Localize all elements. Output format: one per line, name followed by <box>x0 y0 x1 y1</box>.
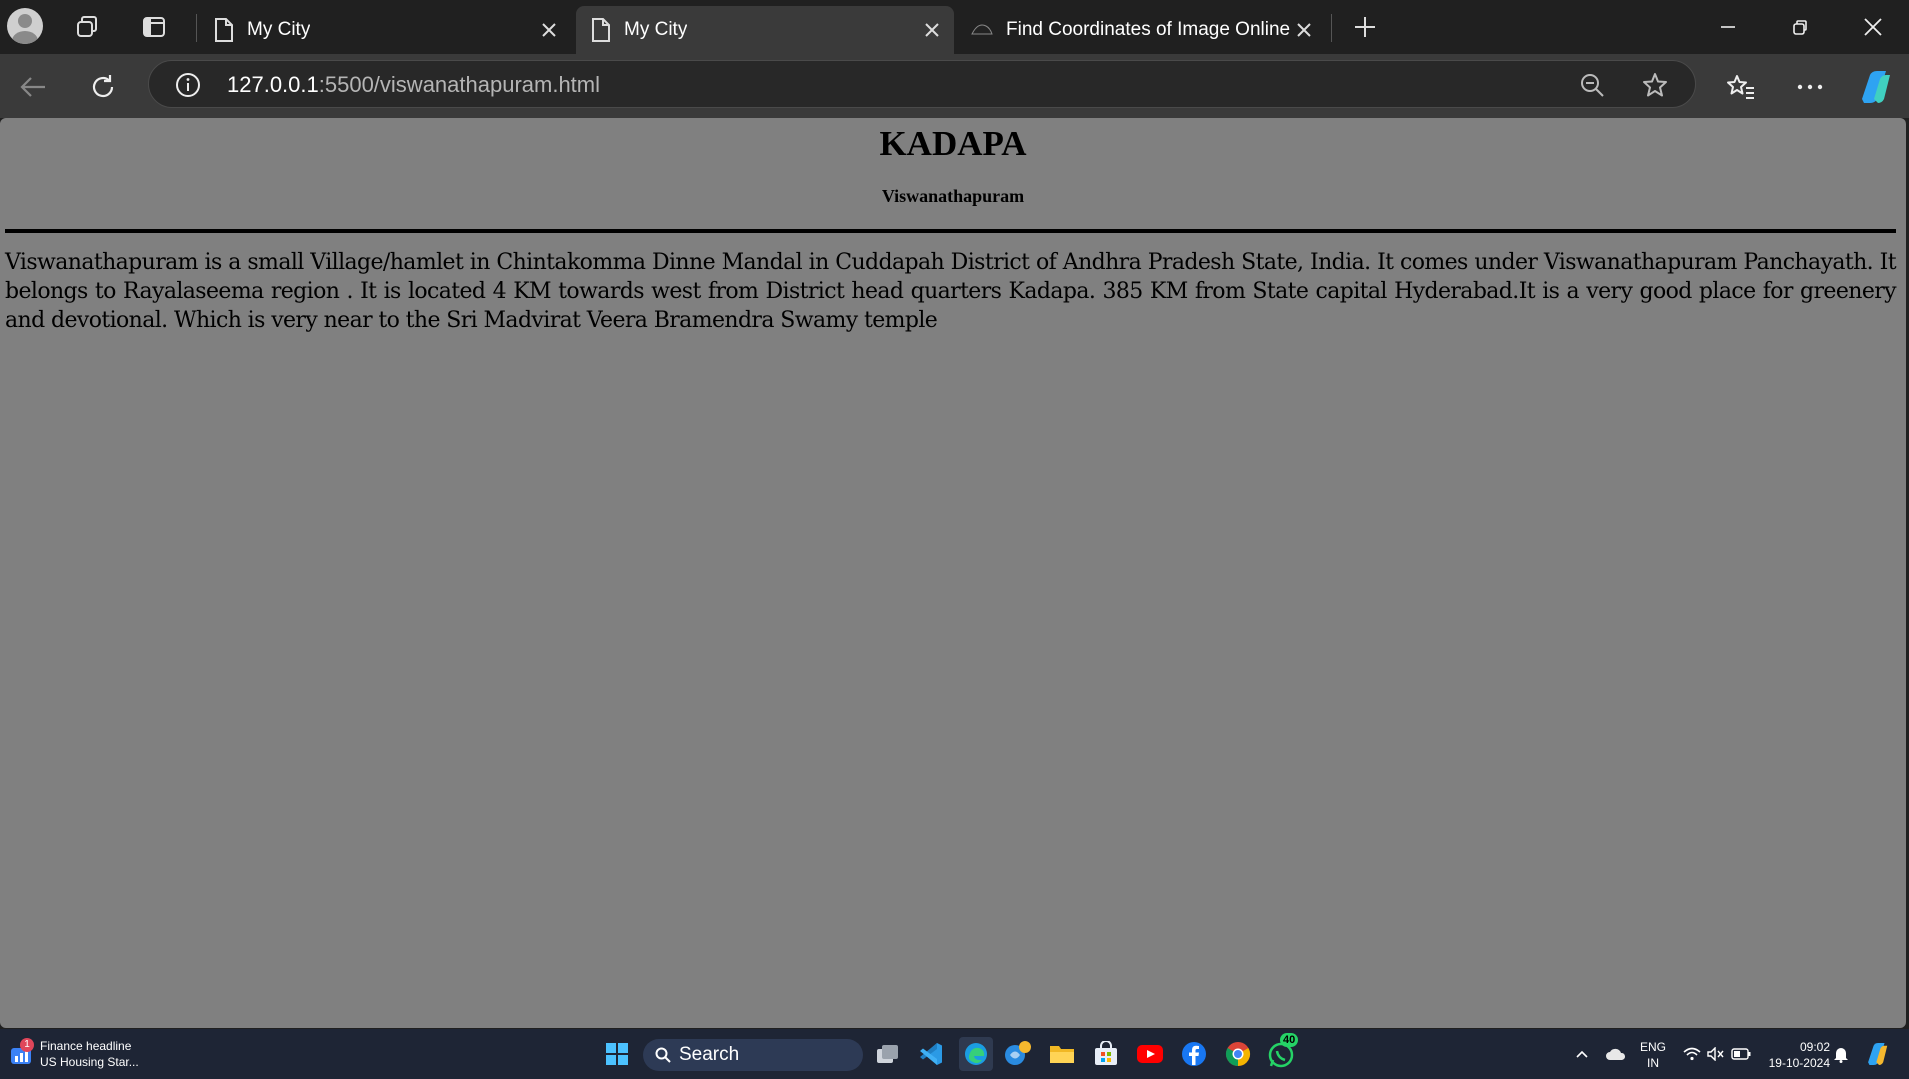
news-badge: 1 <box>20 1038 34 1052</box>
info-icon[interactable] <box>175 72 201 98</box>
workspaces-icon[interactable] <box>70 10 104 44</box>
page-icon <box>215 18 233 42</box>
tab-my-city-2[interactable]: My City <box>576 6 954 54</box>
chrome-icon <box>1225 1042 1251 1066</box>
widgets-icon <box>1005 1041 1031 1065</box>
tab-strip: My City My City Find Coordinates of Imag… <box>0 0 1909 54</box>
edge-icon <box>965 1043 987 1065</box>
restore-icon <box>1793 20 1807 35</box>
news-subtitle: US Housing Star... <box>40 1055 139 1069</box>
horizontal-rule <box>5 229 1896 233</box>
copilot-icon <box>1862 71 1890 103</box>
url-path: :5500/viswanathapuram.html <box>318 72 601 97</box>
onedrive-icon[interactable] <box>1601 1039 1631 1069</box>
refresh-button[interactable] <box>84 68 122 106</box>
close-icon <box>1864 18 1882 36</box>
store-app[interactable] <box>1091 1039 1121 1069</box>
windows-start-icon <box>606 1043 628 1065</box>
edge-app[interactable] <box>959 1037 993 1071</box>
clock[interactable]: 09:02 19-10-2024 <box>1762 1039 1830 1071</box>
tab-actions-icon[interactable] <box>137 10 171 44</box>
profile-icon[interactable] <box>7 8 43 44</box>
plus-icon <box>1355 17 1375 37</box>
finance-icon: 1 <box>10 1038 34 1066</box>
minimize-button[interactable] <box>1692 0 1764 54</box>
wifi-icon <box>1683 1047 1701 1061</box>
vscode-app[interactable] <box>916 1039 946 1069</box>
tab-find-coordinates[interactable]: Find Coordinates of Image Online <box>956 6 1326 54</box>
notifications-button[interactable] <box>1828 1039 1854 1069</box>
page-icon <box>592 18 610 42</box>
settings-more-button[interactable] <box>1791 68 1829 106</box>
task-view-button[interactable] <box>873 1039 903 1069</box>
language-region: IN <box>1647 1056 1659 1070</box>
copilot-button[interactable] <box>1856 68 1894 106</box>
facebook-icon <box>1182 1042 1206 1066</box>
copilot-icon <box>1868 1043 1888 1065</box>
search-icon <box>655 1047 671 1063</box>
chevron-up-icon <box>1576 1050 1588 1058</box>
page-viewport: KADAPA Viswanathapuram Viswanathapuram i… <box>0 118 1906 1028</box>
battery-icon <box>1731 1048 1751 1060</box>
widgets-app[interactable] <box>1003 1039 1033 1069</box>
refresh-icon <box>92 75 114 98</box>
show-hidden-icons[interactable] <box>1568 1039 1596 1069</box>
mute-icon <box>1707 1047 1724 1061</box>
zoom-out-icon[interactable] <box>1579 72 1605 98</box>
whatsapp-badge: 40 <box>1280 1033 1299 1047</box>
clock-time: 09:02 <box>1799 1040 1830 1054</box>
store-icon <box>1095 1041 1117 1065</box>
page-subheading: Viswanathapuram <box>881 186 1025 206</box>
minimize-icon <box>1721 26 1735 28</box>
new-tab-button[interactable] <box>1348 10 1382 44</box>
bell-icon <box>1834 1048 1848 1063</box>
tab-title: My City <box>624 19 688 40</box>
clock-date: 19-10-2024 <box>1768 1056 1830 1070</box>
news-widget[interactable]: 1 Finance headline US Housing Star... <box>10 1038 139 1070</box>
facebook-app[interactable] <box>1179 1039 1209 1069</box>
copilot-taskbar-button[interactable] <box>1862 1039 1892 1069</box>
more-icon <box>1797 84 1823 90</box>
file-explorer-icon <box>1050 1046 1074 1063</box>
url-host: 127.0.0.1 <box>227 72 319 97</box>
restore-button[interactable] <box>1764 0 1836 54</box>
chrome-app[interactable] <box>1223 1039 1253 1069</box>
vscode-icon <box>920 1043 942 1065</box>
cloud-icon <box>1606 1048 1626 1060</box>
site-favicon-icon <box>971 24 993 35</box>
browser-toolbar: 127.0.0.1:5500/viswanathapuram.html <box>0 54 1909 118</box>
search-label: Search <box>679 1044 740 1065</box>
task-view-icon <box>877 1045 898 1063</box>
language-indicator[interactable]: ENG IN <box>1638 1039 1668 1071</box>
close-icon[interactable] <box>922 20 942 40</box>
star-icon[interactable] <box>1641 71 1669 99</box>
tab-title: Find Coordinates of Image Online <box>1006 19 1291 40</box>
favorites-icon <box>1727 75 1754 99</box>
tab-title: My City <box>247 19 311 40</box>
close-window-button[interactable] <box>1837 0 1909 54</box>
taskbar-search[interactable]: Search <box>643 1039 863 1071</box>
file-explorer-app[interactable] <box>1047 1039 1077 1069</box>
address-bar[interactable]: 127.0.0.1:5500/viswanathapuram.html <box>148 60 1696 108</box>
windows-taskbar: 1 Finance headline US Housing Star... Se… <box>0 1029 1909 1079</box>
tab-my-city-1[interactable]: My City <box>199 6 571 54</box>
close-icon[interactable] <box>539 20 559 40</box>
favorites-button[interactable] <box>1722 68 1760 106</box>
news-title: Finance headline <box>40 1039 132 1053</box>
youtube-icon <box>1137 1045 1163 1063</box>
network-volume-battery[interactable] <box>1677 1039 1757 1069</box>
youtube-app[interactable] <box>1135 1039 1165 1069</box>
back-icon <box>20 77 45 97</box>
page-heading: KADAPA <box>879 124 1027 163</box>
page-paragraph: Viswanathapuram is a small Village/hamle… <box>5 250 1897 333</box>
back-button[interactable] <box>14 68 52 106</box>
whatsapp-app[interactable]: 40 <box>1267 1033 1299 1069</box>
language-code: ENG <box>1639 1040 1666 1054</box>
close-icon[interactable] <box>1294 20 1314 40</box>
url-text[interactable]: 127.0.0.1:5500/viswanathapuram.html <box>227 72 600 98</box>
start-button[interactable] <box>602 1039 632 1069</box>
